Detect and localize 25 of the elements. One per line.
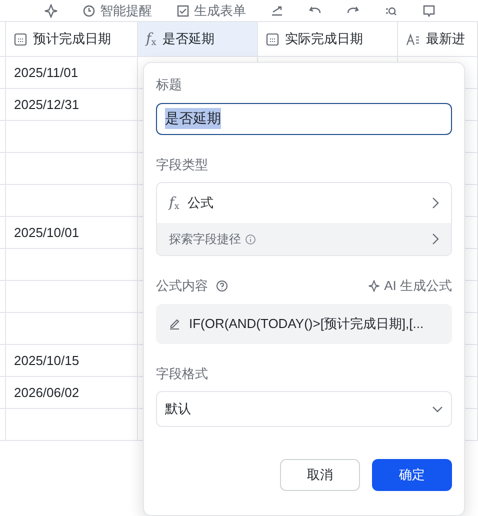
column-title: 最新进 — [426, 30, 465, 48]
column-title: 预计完成日期 — [33, 30, 111, 48]
column-title: 是否延期 — [162, 30, 214, 48]
format-select[interactable]: 默认 — [156, 391, 452, 427]
ai-generate-button[interactable]: AI 生成公式 — [368, 276, 452, 296]
formula-icon: f$_{x}$ — [169, 192, 180, 214]
title-input[interactable]: 是否延期 — [156, 102, 452, 134]
date-cell-text: 2026/06/02 — [14, 384, 80, 402]
date-cell-text: 2025/10/01 — [14, 224, 80, 242]
date-cell-text: 2025/10/15 — [14, 352, 80, 370]
date-cell-text: 2025/12/31 — [14, 96, 80, 114]
toolbar-button[interactable]: 生成表单 — [176, 0, 246, 20]
field-label: 标题 — [156, 76, 183, 94]
formula-icon: f$_{x}$ — [146, 28, 156, 50]
field-label: 字段类型 — [156, 156, 209, 174]
field-label: 字段格式 — [156, 364, 209, 382]
column-header[interactable]: f$_{x}$ 是否延期 — [138, 22, 258, 56]
toolbar-button[interactable]: 智能提醒 — [82, 0, 152, 20]
cancel-button[interactable]: 取消 — [280, 459, 360, 491]
date-cell-text: 2025/11/01 — [14, 64, 78, 82]
shortcut-link[interactable]: 探索字段捷径 — [157, 223, 451, 255]
confirm-button[interactable]: 确定 — [372, 459, 452, 491]
column-title: 实际完成日期 — [285, 30, 363, 48]
field-label: 公式内容 — [156, 277, 208, 295]
formula-field[interactable]: IF(OR(AND(TODAY()>[预计完成日期],[... — [156, 304, 452, 344]
